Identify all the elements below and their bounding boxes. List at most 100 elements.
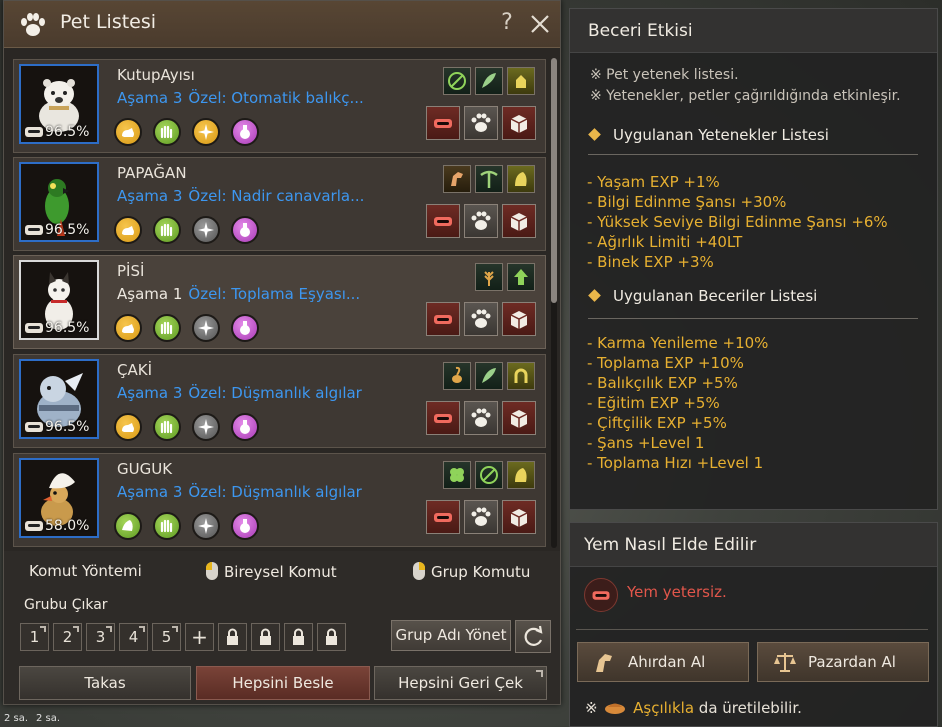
feather-skill-icon[interactable] (475, 67, 503, 95)
horseshoe-skill-icon[interactable] (507, 362, 535, 390)
paw-command-button[interactable] (464, 500, 498, 534)
recall-all-button[interactable]: Hepsini Geri Çek (374, 666, 547, 700)
hand-flat-trait-icon[interactable] (114, 512, 142, 540)
hand-trait-icon[interactable] (153, 118, 181, 146)
group-slot-4[interactable]: 4 (119, 623, 148, 651)
feed-bowl-button[interactable] (426, 401, 460, 435)
pet-portrait-chick[interactable]: 58.0% (19, 458, 99, 538)
pet-card-kutupayisi[interactable]: 96.5% KutupAyısı Aşama 3 Özel: Otomatik b… (13, 59, 546, 153)
pet-card-pisi[interactable]: 96.5% PİSİ Aşama 1 Özel: Toplama Eşyası..… (13, 255, 546, 349)
group-slot-5[interactable]: 5 (152, 623, 181, 651)
pet-box-button[interactable] (502, 204, 536, 238)
hand-trait-icon[interactable] (153, 314, 181, 342)
food-bowl-icon (25, 127, 43, 137)
refresh-button[interactable] (515, 620, 551, 653)
compass-trait-icon[interactable] (192, 314, 220, 342)
pet-box-button[interactable] (502, 106, 536, 140)
potion-trait-icon[interactable] (231, 118, 259, 146)
add-slot-button[interactable]: + (185, 623, 214, 651)
gather-skill-icon[interactable] (507, 461, 535, 489)
stable-button[interactable]: Ahırdan Al (577, 642, 749, 682)
pet-box-button[interactable] (502, 401, 536, 435)
locked-slot-2[interactable] (251, 623, 280, 651)
pet-card-papagan[interactable]: 96.5% PAPAĞAN Aşama 3 Özel: Nadir canavar… (13, 157, 546, 251)
feed-bowl-button[interactable] (426, 204, 460, 238)
compass-trait-icon[interactable] (192, 216, 220, 244)
locked-slot-3[interactable] (284, 623, 313, 651)
food-bowl-icon (584, 578, 618, 612)
pet-portrait-parrot[interactable]: 96.5% (19, 162, 99, 242)
pickaxe-skill-icon[interactable] (475, 165, 503, 193)
group-slot-3[interactable]: 3 (86, 623, 115, 651)
help-button[interactable]: ? (495, 10, 519, 38)
pet-box-button[interactable] (502, 302, 536, 336)
clover-skill-icon[interactable] (443, 461, 471, 489)
market-button[interactable]: Pazardan Al (757, 642, 929, 682)
hand-trait-icon[interactable] (153, 413, 181, 441)
skill-line: - Şans +Level 1 (587, 434, 705, 452)
scrollbar-thumb[interactable] (551, 58, 557, 303)
compass-trait-icon[interactable] (192, 512, 220, 540)
locked-slot-1[interactable] (218, 623, 247, 651)
lock-icon (293, 628, 304, 645)
feed-all-button[interactable]: Hepsini Besle (196, 666, 370, 700)
food-percentage: 96.5% (25, 320, 89, 336)
fishing-skill-icon[interactable] (475, 461, 503, 489)
pet-card-caki[interactable]: 96.5% ÇAKİ Aşama 3 Özel: Düşmanlık algıla… (13, 354, 546, 448)
pet-stage: Aşama 3 Özel: Nadir canavarla... (117, 187, 365, 205)
divider (588, 318, 918, 319)
pet-box-button[interactable] (502, 500, 536, 534)
fishing-skill-icon[interactable] (443, 67, 471, 95)
swap-button[interactable]: Takas (19, 666, 191, 700)
close-icon[interactable] (526, 10, 554, 38)
cat-trait-icon[interactable] (114, 216, 142, 244)
talent-line: - Bilgi Edinme Şansı +30% (587, 193, 787, 211)
potion-trait-icon[interactable] (231, 216, 259, 244)
window-header[interactable]: Pet Listesi ? (4, 1, 560, 48)
group-slot-2[interactable]: 2 (53, 623, 82, 651)
pet-portrait-cat[interactable]: 96.5% (19, 260, 99, 340)
feed-bowl-button[interactable] (426, 302, 460, 336)
talent-line: - Ağırlık Limiti +40LT (587, 233, 743, 251)
compass-trait-icon[interactable] (192, 118, 220, 146)
weight-skill-icon[interactable] (507, 67, 535, 95)
pet-portrait-armored-dog[interactable]: 96.5% (19, 359, 99, 439)
arrow-up-skill-icon[interactable] (507, 263, 535, 291)
pet-card-guguk[interactable]: 58.0% GUGUK Aşama 3 Özel: Düşmanlık algıl… (13, 453, 546, 547)
food-percentage: 58.0% (25, 518, 89, 534)
corner-icon (172, 626, 178, 632)
group-command-option[interactable]: Grup Komutu (413, 562, 530, 581)
paw-command-button[interactable] (464, 302, 498, 336)
paw-command-button[interactable] (464, 106, 498, 140)
wheat-skill-icon[interactable] (475, 263, 503, 291)
feed-bowl-button[interactable] (426, 500, 460, 534)
skill-line: - Balıkçılık EXP +5% (587, 374, 738, 392)
potion-trait-icon[interactable] (231, 512, 259, 540)
pet-skill-icons (443, 67, 535, 95)
feed-bowl-button[interactable] (426, 106, 460, 140)
gather-skill-icon[interactable] (507, 165, 535, 193)
pet-name: PİSİ (117, 262, 145, 280)
skill-line: - Karma Yenileme +10% (587, 334, 769, 352)
compass-trait-icon[interactable] (192, 413, 220, 441)
feather-skill-icon[interactable] (475, 362, 503, 390)
group-slot-1[interactable]: 1 (20, 623, 49, 651)
potion-trait-icon[interactable] (231, 314, 259, 342)
hand-trait-icon[interactable] (153, 216, 181, 244)
cat-trait-icon[interactable] (114, 314, 142, 342)
locked-slot-4[interactable] (317, 623, 346, 651)
cat-trait-icon[interactable] (114, 118, 142, 146)
potion-trait-icon[interactable] (231, 413, 259, 441)
pet-portrait-polar-bear[interactable]: 96.5% (19, 64, 99, 144)
pet-list-window: Pet Listesi ? 96.5% KutupAyısı Aşama 3 Öz… (3, 0, 561, 705)
cat-trait-icon[interactable] (114, 413, 142, 441)
scales-icon (774, 653, 796, 672)
paw-command-button[interactable] (464, 204, 498, 238)
horse-skill-icon[interactable] (443, 165, 471, 193)
paw-command-button[interactable] (464, 401, 498, 435)
scorpion-skill-icon[interactable] (443, 362, 471, 390)
group-name-manage-button[interactable]: Grup Adı Yönet (391, 620, 511, 651)
individual-command-option[interactable]: Bireysel Komut (206, 562, 337, 581)
hand-trait-icon[interactable] (153, 512, 181, 540)
pet-action-buttons (426, 401, 536, 435)
